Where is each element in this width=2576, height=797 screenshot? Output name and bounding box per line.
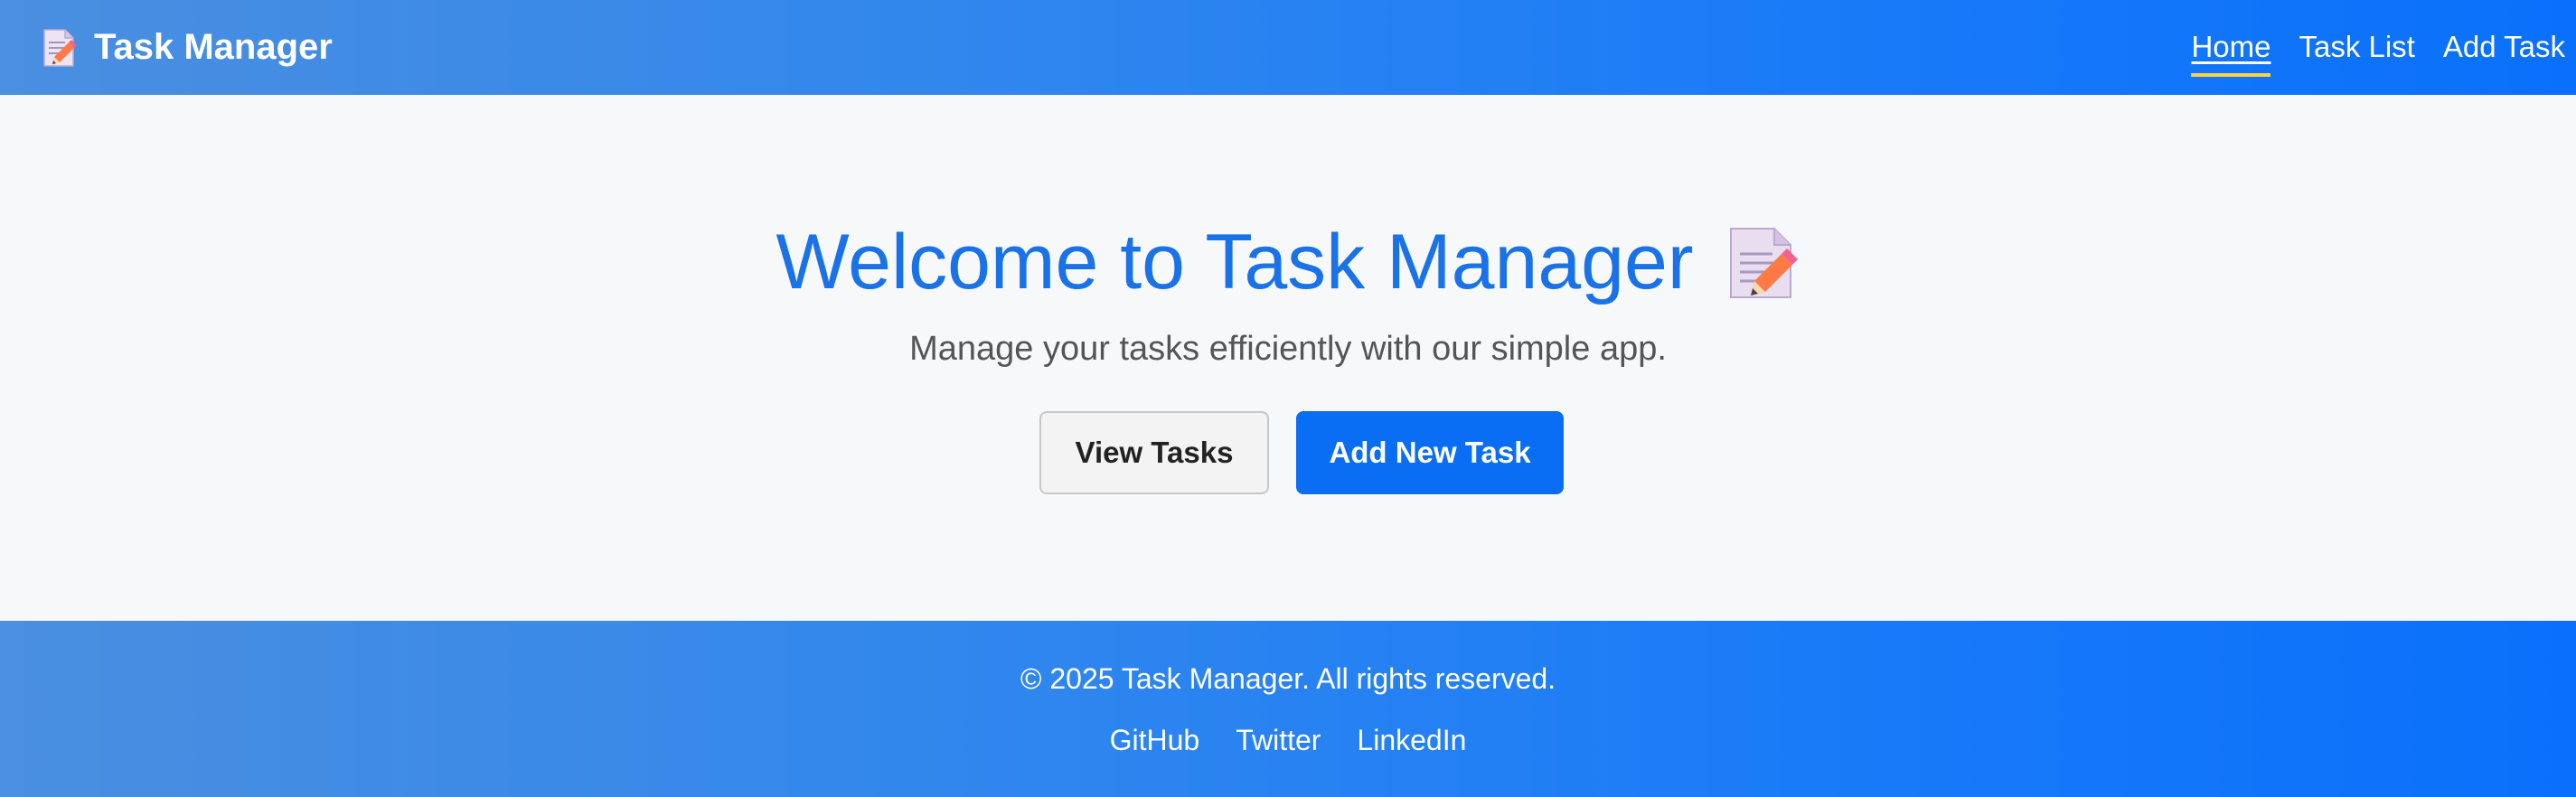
main-nav: Home Task List Add Task: [2163, 0, 2565, 95]
memo-icon: [42, 28, 77, 68]
hero-title: Welcome to Task Manager: [0, 217, 2576, 307]
footer-link-linkedin[interactable]: LinkedIn: [1357, 724, 1466, 757]
app-title: Task Manager: [94, 27, 333, 67]
footer-links: GitHub Twitter LinkedIn: [0, 724, 2576, 757]
brand[interactable]: Task Manager: [42, 0, 333, 95]
memo-icon: [1724, 225, 1800, 301]
copyright-text: © 2025 Task Manager. All rights reserved…: [1020, 662, 1556, 695]
nav-task-list[interactable]: Task List: [2299, 30, 2414, 66]
hero-subtitle: Manage your tasks efficiently with our s…: [909, 330, 1667, 368]
nav-add-task[interactable]: Add Task: [2443, 30, 2565, 66]
view-tasks-button[interactable]: View Tasks: [1039, 411, 1269, 494]
hero-title-text: Welcome to Task Manager: [776, 219, 1694, 305]
footer-link-github[interactable]: GitHub: [1110, 724, 1200, 757]
add-new-task-button[interactable]: Add New Task: [1296, 411, 1564, 494]
footer: © 2025 Task Manager. All rights reserved…: [0, 621, 2576, 797]
top-navbar: Task Manager Home Task List Add Task: [0, 0, 2576, 95]
hero-section: Welcome to Task Manager Manage your task…: [0, 95, 2576, 621]
nav-home[interactable]: Home: [2191, 30, 2271, 77]
footer-link-twitter[interactable]: Twitter: [1236, 724, 1321, 757]
